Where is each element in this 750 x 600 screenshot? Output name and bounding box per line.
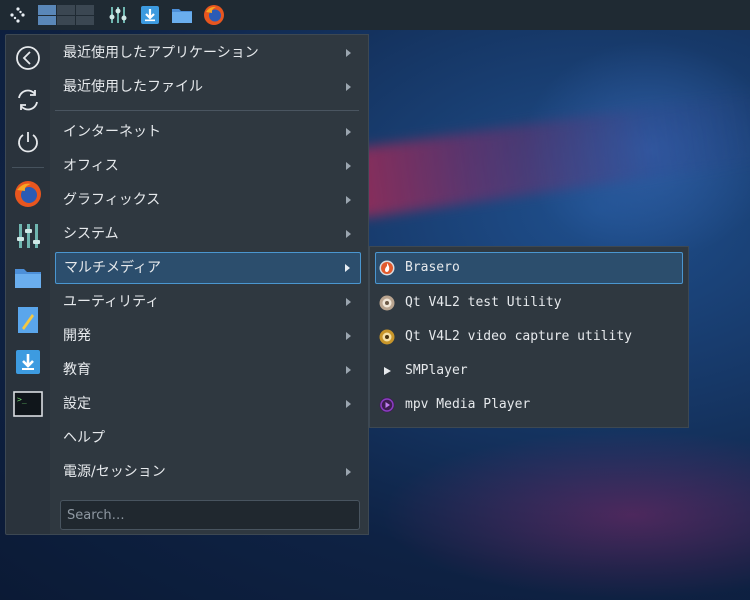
submenu-item-mpv[interactable]: mpv Media Player: [375, 389, 683, 421]
menu-item-office[interactable]: オフィス: [55, 150, 361, 182]
submenu-arrow-icon: [346, 468, 351, 476]
menu-item-system[interactable]: システム: [55, 218, 361, 250]
submenu-item-qv4l2[interactable]: Qt V4L2 test Utility: [375, 287, 683, 319]
menu-item-utilities[interactable]: ユーティリティ: [55, 286, 361, 318]
power-icon[interactable]: [13, 127, 43, 157]
submenu-item-brasero[interactable]: Brasero: [375, 252, 683, 284]
menu-item-label: マルチメディア: [64, 260, 162, 276]
submenu-item-label: Qt V4L2 test Utility: [405, 295, 562, 310]
menu-item-development[interactable]: 開発: [55, 320, 361, 352]
menu-item-label: グラフィックス: [63, 192, 161, 208]
file-manager-icon[interactable]: [171, 4, 193, 26]
menu-item-label: 最近使用したアプリケーション: [63, 45, 259, 61]
submenu-arrow-icon: [345, 264, 350, 272]
brasero-icon: [379, 260, 395, 276]
workspace-5[interactable]: [57, 15, 75, 25]
menu-item-graphics[interactable]: グラフィックス: [55, 184, 361, 216]
menu-separator: [55, 110, 359, 111]
back-icon[interactable]: [13, 43, 43, 73]
app-launcher-icon[interactable]: [7, 4, 29, 26]
menu-item-label: ヘルプ: [63, 430, 105, 446]
submenu-arrow-icon: [346, 332, 351, 340]
workspace-pager[interactable]: [38, 5, 94, 25]
menu-item-label: システム: [63, 226, 119, 242]
menu-item-label: 設定: [63, 396, 91, 412]
application-menu: 最近使用したアプリケーション 最近使用したファイル インターネット オフィス グ…: [50, 34, 369, 535]
submenu-item-qvidcap[interactable]: Qt V4L2 video capture utility: [375, 321, 683, 353]
qv4l2-icon: [379, 295, 395, 311]
submenu-arrow-icon: [346, 298, 351, 306]
mpv-icon: [379, 397, 395, 413]
mixer-icon[interactable]: [107, 4, 129, 26]
svg-text:>_: >_: [17, 395, 27, 404]
submenu-item-label: mpv Media Player: [405, 397, 531, 412]
firefox-icon[interactable]: [13, 179, 43, 209]
firefox-icon[interactable]: [203, 4, 225, 26]
submenu-item-label: Brasero: [405, 260, 460, 275]
submenu-item-label: SMPlayer: [405, 363, 468, 378]
downloader-icon[interactable]: [13, 347, 43, 377]
submenu-arrow-icon: [346, 400, 351, 408]
menu-item-label: 電源/セッション: [63, 464, 166, 480]
submenu-arrow-icon: [346, 49, 351, 57]
menu-item-label: 教育: [63, 362, 91, 378]
terminal-icon[interactable]: >_: [13, 389, 43, 419]
mixer-icon[interactable]: [13, 221, 43, 251]
submenu-item-label: Qt V4L2 video capture utility: [405, 329, 632, 344]
menu-item-recent-apps[interactable]: 最近使用したアプリケーション: [55, 37, 361, 69]
menu-item-label: オフィス: [63, 158, 119, 174]
workspace-1[interactable]: [38, 5, 56, 15]
submenu-item-smplayer[interactable]: SMPlayer: [375, 355, 683, 387]
menu-item-label: 最近使用したファイル: [63, 79, 203, 95]
refresh-icon[interactable]: [13, 85, 43, 115]
submenu-arrow-icon: [346, 128, 351, 136]
menu-item-label: ユーティリティ: [63, 294, 160, 310]
text-editor-icon[interactable]: [13, 305, 43, 335]
menu-item-recent-files[interactable]: 最近使用したファイル: [55, 71, 361, 103]
top-panel: [0, 0, 750, 30]
workspace-3[interactable]: [76, 5, 94, 15]
favorites-sidebar: >_: [5, 34, 51, 535]
file-manager-icon[interactable]: [13, 263, 43, 293]
menu-item-education[interactable]: 教育: [55, 354, 361, 386]
submenu-arrow-icon: [346, 366, 351, 374]
search-input[interactable]: [60, 500, 360, 530]
menu-item-power-session[interactable]: 電源/セッション: [55, 456, 361, 488]
submenu-arrow-icon: [346, 162, 351, 170]
menu-item-label: インターネット: [63, 124, 161, 140]
submenu-arrow-icon: [346, 83, 351, 91]
workspace-4[interactable]: [38, 15, 56, 25]
menu-item-settings[interactable]: 設定: [55, 388, 361, 420]
multimedia-submenu: Brasero Qt V4L2 test Utility Qt V4L2 vid…: [369, 246, 689, 428]
submenu-arrow-icon: [346, 196, 351, 204]
menu-item-multimedia[interactable]: マルチメディア: [55, 252, 361, 284]
menu-item-label: 開発: [63, 328, 91, 344]
menu-item-help[interactable]: ヘルプ: [55, 422, 361, 454]
workspace-6[interactable]: [76, 15, 94, 25]
workspace-2[interactable]: [57, 5, 75, 15]
qvidcap-icon: [379, 329, 395, 345]
smplayer-icon: [379, 363, 395, 379]
submenu-arrow-icon: [346, 230, 351, 238]
menu-item-internet[interactable]: インターネット: [55, 116, 361, 148]
downloader-icon[interactable]: [139, 4, 161, 26]
